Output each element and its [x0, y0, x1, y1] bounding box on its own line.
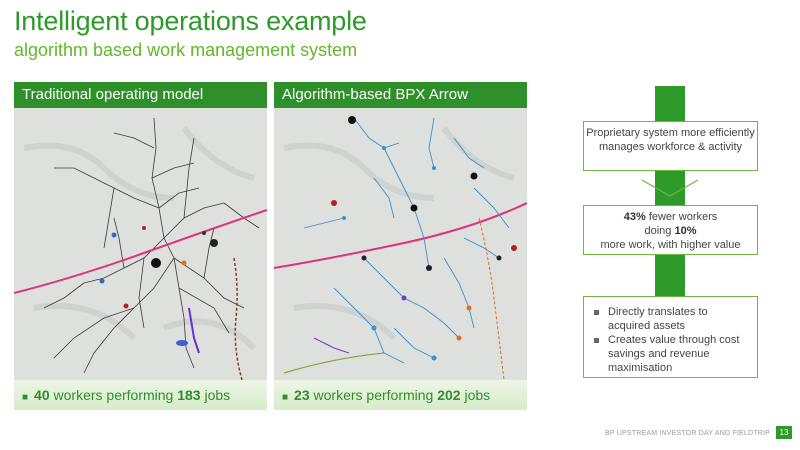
traditional-workers-count: 40	[34, 387, 50, 403]
value-bullets-callout: Directly translates to acquired assets C…	[583, 296, 758, 378]
page-number: 13	[776, 426, 792, 439]
footer-label: BP UPSTREAM INVESTOR DAY AND FIELDTRIP	[604, 430, 770, 437]
bullet-icon	[594, 338, 599, 343]
algorithm-model-panel: Algorithm-based BPX Arrow ■ 23 workers p…	[274, 82, 527, 410]
traditional-summary-mid: workers performing	[53, 387, 174, 403]
doing-text: doing	[644, 225, 672, 237]
algorithm-workers-count: 23	[294, 387, 310, 403]
traditional-jobs-count: 183	[177, 387, 201, 403]
traditional-model-header: Traditional operating model	[14, 82, 267, 108]
algorithm-summary-mid: workers performing	[313, 387, 434, 403]
value-bullet-text: Creates value through cost savings and r…	[608, 334, 740, 374]
value-bullet-item: Creates value through cost savings and r…	[592, 333, 751, 375]
slide-subtitle: algorithm based work management system	[14, 40, 358, 60]
fewer-workers-pct: 43%	[623, 211, 646, 223]
chevron-down-icon	[641, 179, 699, 197]
proprietary-system-callout: Proprietary system more efficiently mana…	[583, 121, 758, 171]
workers-comparison-callout: 43% fewer workers doing 10% more work, w…	[583, 205, 758, 255]
fewer-workers-text: fewer workers	[648, 211, 718, 223]
algorithm-route-map	[274, 108, 527, 380]
value-bullet-item: Directly translates to acquired assets	[592, 305, 751, 333]
more-work-pct: 10%	[674, 225, 697, 237]
algorithm-summary-tail: jobs	[464, 387, 491, 403]
slide-title: Intelligent operations example	[14, 6, 367, 36]
traditional-summary: ■ 40 workers performing 183 jobs	[14, 380, 267, 410]
bullet-icon: ■	[282, 392, 289, 403]
algorithm-model-header: Algorithm-based BPX Arrow	[274, 82, 527, 108]
value-bullet-list: Directly translates to acquired assets C…	[592, 305, 751, 375]
algorithm-summary: ■ 23 workers performing 202 jobs	[274, 380, 527, 410]
traditional-summary-tail: jobs	[204, 387, 231, 403]
traditional-route-map	[14, 108, 267, 380]
value-bullet-text: Directly translates to acquired assets	[608, 306, 708, 332]
traditional-model-panel: Traditional operating model ■ 40 workers…	[14, 82, 267, 410]
algorithm-jobs-count: 202	[437, 387, 461, 403]
more-work-text: more work, with higher value	[600, 239, 741, 251]
bullet-icon	[594, 310, 599, 315]
bullet-icon: ■	[22, 392, 29, 403]
